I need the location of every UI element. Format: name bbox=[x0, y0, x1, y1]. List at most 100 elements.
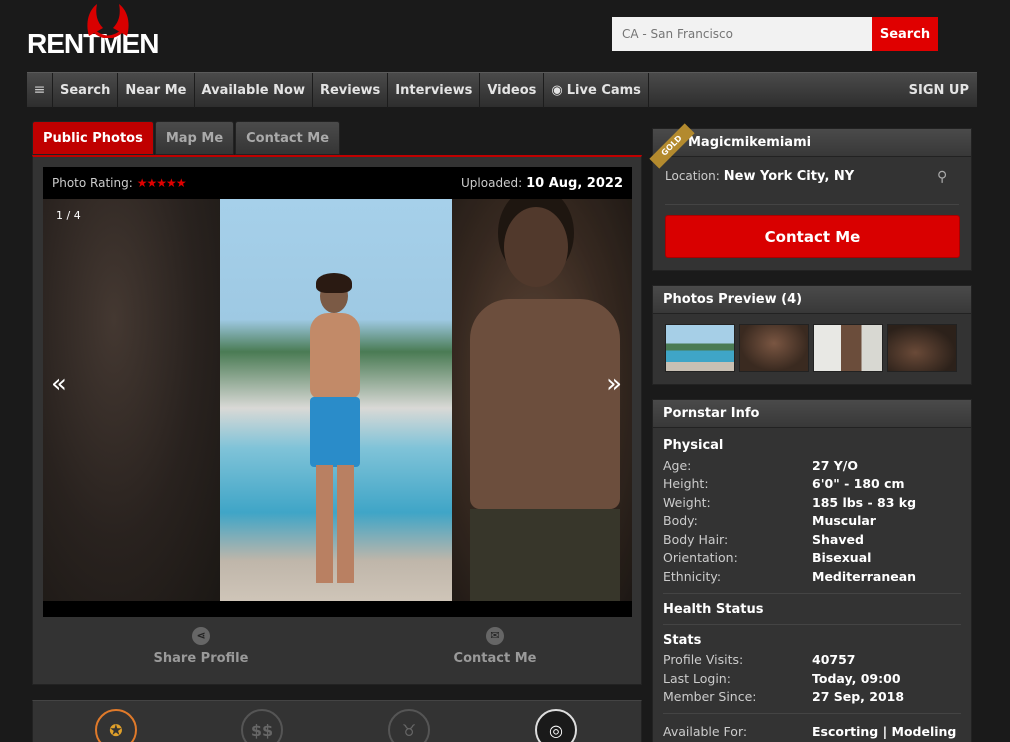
nav-item-interviews[interactable]: Interviews bbox=[388, 72, 481, 108]
photo-actions: ⋖ Share Profile ✉ Contact Me bbox=[33, 627, 643, 687]
photo-thumbnail[interactable] bbox=[813, 324, 883, 372]
photo-counter: 1 / 4 bbox=[56, 209, 81, 222]
info-key: Last Login: bbox=[663, 670, 731, 686]
divider bbox=[663, 713, 961, 714]
divider bbox=[663, 592, 961, 594]
tab-contact-me[interactable]: Contact Me bbox=[235, 121, 341, 155]
search-bar: Search bbox=[612, 17, 938, 51]
divider bbox=[663, 623, 961, 625]
stats-title: Stats bbox=[663, 632, 702, 648]
photos-preview-title: Photos Preview (4) bbox=[653, 286, 971, 314]
map-pin-icon[interactable]: ⚲ bbox=[937, 169, 957, 187]
photo-thumbnail[interactable] bbox=[665, 324, 735, 372]
feature-icons-panel: ✪ $$ ♉ ◎ bbox=[32, 700, 642, 742]
photo-thumbnail[interactable] bbox=[887, 324, 957, 372]
upload-date: Uploaded: 10 Aug, 2022 bbox=[461, 176, 623, 191]
info-row: Height: 6'0" - 180 cm bbox=[663, 475, 961, 494]
info-key: Member Since: bbox=[663, 689, 757, 705]
info-value: 27 Y/O bbox=[812, 457, 858, 473]
info-value: Muscular bbox=[812, 513, 876, 529]
envelope-icon: ✉ bbox=[486, 627, 504, 645]
hamburger-menu-icon[interactable]: ≡ bbox=[27, 72, 53, 108]
carousel-main-image[interactable] bbox=[220, 199, 452, 601]
info-value: Today, 09:00 bbox=[812, 670, 901, 686]
pornstar-info-card: Pornstar Info Physical Age: 27 Y/O Height… bbox=[652, 399, 972, 742]
info-value: Shaved bbox=[812, 531, 864, 547]
info-row: Body Hair: Shaved bbox=[663, 530, 961, 549]
contact-me-label: Contact Me bbox=[453, 651, 537, 666]
photo-rating-label: Photo Rating: bbox=[52, 176, 133, 190]
photo-thumbnail[interactable] bbox=[739, 324, 809, 372]
contact-me-action-button[interactable]: ✉ Contact Me bbox=[415, 627, 575, 666]
tab-map-me[interactable]: Map Me bbox=[154, 121, 235, 155]
info-row: Available For: Escorting | Modeling bbox=[663, 722, 961, 741]
info-row: Body: Muscular bbox=[663, 512, 961, 531]
info-row: Orientation: Bisexual bbox=[663, 549, 961, 568]
info-body: Physical Age: 27 Y/O Height: 6'0" - 180 cm… bbox=[653, 428, 971, 742]
info-value: Bisexual bbox=[812, 550, 872, 566]
info-key: Age: bbox=[663, 457, 692, 473]
site-logo[interactable]: RENTMEN bbox=[27, 4, 159, 60]
photo-carousel[interactable]: 1 / 4 « » bbox=[43, 199, 632, 601]
info-key: Available For: bbox=[663, 723, 748, 739]
photos-preview-card: Photos Preview (4) bbox=[652, 285, 972, 385]
photo-info-bar: Photo Rating: ★★★★★ Uploaded: 10 Aug, 202… bbox=[43, 167, 632, 199]
devil-icon[interactable]: ♉ bbox=[388, 709, 430, 742]
carousel-prev-image[interactable] bbox=[43, 199, 220, 601]
profile-sidebar: GOLD Magicmikemiami Location: New York Ci… bbox=[649, 123, 972, 742]
info-key: Body: bbox=[663, 513, 698, 529]
carousel-prev-arrow-icon[interactable]: « bbox=[51, 369, 67, 399]
tab-public-photos[interactable]: Public Photos bbox=[32, 121, 154, 155]
pornstar-info-title: Pornstar Info bbox=[653, 400, 971, 428]
info-value: Mediterranean bbox=[812, 568, 917, 584]
star-rating-icon[interactable]: ★★★★★ bbox=[137, 176, 187, 190]
info-row: Ethnicity: Mediterranean bbox=[663, 567, 961, 586]
signup-link[interactable]: SIGN UP bbox=[909, 83, 977, 98]
carousel-next-arrow-icon[interactable]: » bbox=[606, 369, 622, 399]
share-profile-button[interactable]: ⋖ Share Profile bbox=[121, 627, 281, 666]
profile-location: Location: New York City, NY bbox=[665, 169, 854, 184]
location-label: Location: bbox=[665, 169, 720, 183]
divider bbox=[665, 204, 959, 205]
info-key: Height: bbox=[663, 476, 709, 492]
nav-item-videos[interactable]: Videos bbox=[480, 72, 545, 108]
camera-icon[interactable]: ◎ bbox=[535, 709, 577, 742]
thumbnail-strip bbox=[653, 314, 971, 382]
devil-horns-icon bbox=[87, 4, 129, 38]
carousel-next-image[interactable] bbox=[452, 199, 632, 601]
webcam-icon: ◉ bbox=[551, 82, 563, 98]
photo-panel-body: Photo Rating: ★★★★★ Uploaded: 10 Aug, 202… bbox=[32, 155, 642, 685]
info-value: Escorting | Modeling bbox=[812, 723, 957, 739]
profile-card: GOLD Magicmikemiami Location: New York Ci… bbox=[649, 123, 972, 271]
person-figure bbox=[300, 273, 370, 589]
info-row: Age: 27 Y/O bbox=[663, 456, 961, 475]
physical-title: Physical bbox=[663, 438, 724, 453]
share-icon: ⋖ bbox=[192, 627, 210, 645]
money-icon[interactable]: $$ bbox=[241, 709, 283, 742]
upload-date-value: 10 Aug, 2022 bbox=[526, 175, 623, 191]
nav-item-reviews[interactable]: Reviews bbox=[313, 72, 389, 108]
health-status-title: Health Status bbox=[663, 601, 764, 617]
info-key: Ethnicity: bbox=[663, 568, 722, 584]
nav-item-search[interactable]: Search bbox=[53, 72, 119, 108]
info-row: Profile Visits: 40757 bbox=[663, 651, 961, 670]
info-key: Orientation: bbox=[663, 550, 738, 566]
nav-item-live-cams[interactable]: ◉ Live Cams bbox=[544, 72, 649, 108]
share-profile-label: Share Profile bbox=[153, 651, 249, 666]
info-value: 27 Sep, 2018 bbox=[812, 689, 905, 705]
info-row: Last Login: Today, 09:00 bbox=[663, 669, 961, 688]
info-key: Weight: bbox=[663, 494, 711, 510]
award-medal-icon[interactable]: ✪ bbox=[95, 709, 137, 742]
contact-me-button[interactable]: Contact Me bbox=[665, 215, 960, 258]
info-value: 6'0" - 180 cm bbox=[812, 476, 905, 492]
profile-tabs: Public Photos Map Me Contact Me bbox=[32, 121, 341, 155]
photo-panel: Public Photos Map Me Contact Me Photo Ra… bbox=[32, 121, 642, 685]
search-button[interactable]: Search bbox=[872, 17, 938, 51]
location-search-input[interactable] bbox=[612, 17, 872, 51]
nav-item-near-me[interactable]: Near Me bbox=[118, 72, 195, 108]
nav-item-live-cams-label: Live Cams bbox=[566, 82, 641, 98]
nav-item-available-now[interactable]: Available Now bbox=[195, 72, 313, 108]
location-value: New York City, NY bbox=[723, 169, 855, 184]
info-key: Profile Visits: bbox=[663, 652, 744, 668]
info-row: Weight: 185 lbs - 83 kg bbox=[663, 493, 961, 512]
